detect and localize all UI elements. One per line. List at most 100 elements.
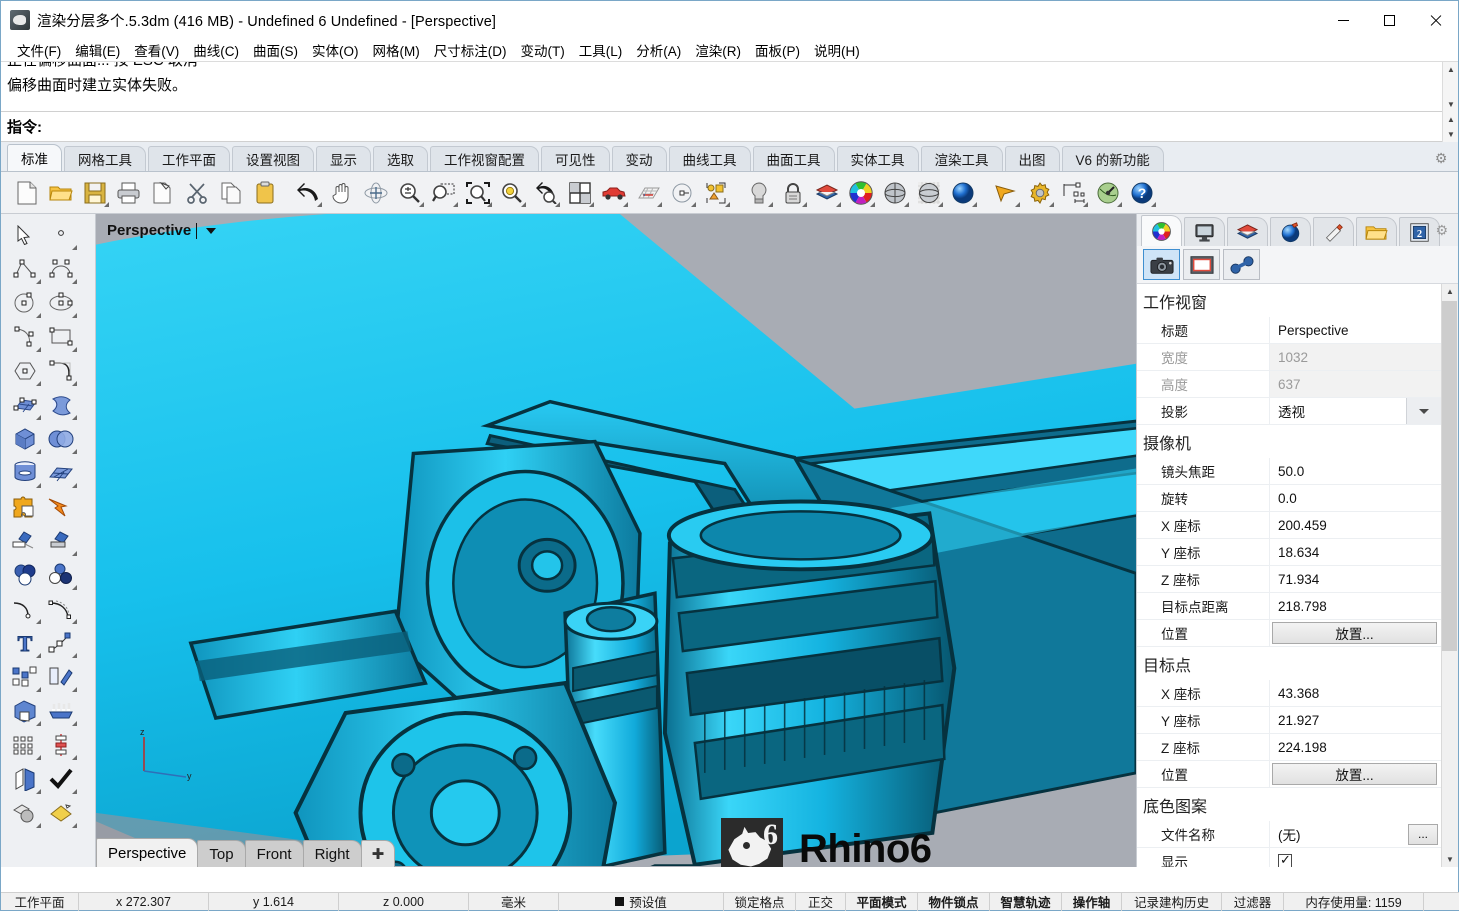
group-icon[interactable] xyxy=(7,660,43,694)
tab-select[interactable]: 选取 xyxy=(373,146,428,171)
mesh-icon[interactable] xyxy=(43,456,79,490)
copy-icon[interactable] xyxy=(215,178,246,208)
rectangle-icon[interactable] xyxy=(43,320,79,354)
status-smarttrack[interactable]: 智慧轨迹 xyxy=(990,892,1062,911)
cplane-grid-icon[interactable] xyxy=(632,178,663,208)
extrude-surface-icon[interactable] xyxy=(43,388,79,422)
new-file-icon[interactable] xyxy=(11,178,42,208)
rendered-sphere-icon[interactable] xyxy=(947,178,978,208)
property-row-camera-y[interactable]: Y 座标 18.634 xyxy=(1137,539,1441,566)
tab-transform[interactable]: 变动 xyxy=(611,146,667,171)
panel-tab-display[interactable] xyxy=(1184,217,1225,246)
property-value[interactable]: 200.459 xyxy=(1270,512,1441,538)
tab-curve-tools[interactable]: 曲线工具 xyxy=(668,146,751,171)
property-row-lens-length[interactable]: 镜头焦距 50.0 xyxy=(1137,458,1441,485)
menu-analyze[interactable]: 分析(A) xyxy=(629,38,688,62)
property-row-target-z[interactable]: Z 座标 224.198 xyxy=(1137,734,1441,761)
add-viewport-icon[interactable]: ✚ xyxy=(360,840,396,867)
scroll-up-icon[interactable]: ▲ xyxy=(1443,62,1459,77)
property-value[interactable]: 50.0 xyxy=(1270,458,1441,484)
export-icon[interactable] xyxy=(147,178,178,208)
lock-icon[interactable] xyxy=(777,178,808,208)
zoom-inout-icon[interactable] xyxy=(394,178,425,208)
menu-tools[interactable]: 工具(L) xyxy=(572,38,630,62)
menu-transform[interactable]: 变动(T) xyxy=(514,38,572,62)
help-question-icon[interactable]: ? xyxy=(1126,178,1157,208)
zoom-window-icon[interactable] xyxy=(428,178,459,208)
status-planar[interactable]: 平面模式 xyxy=(846,892,918,911)
array-linear-icon[interactable] xyxy=(43,694,79,728)
property-value[interactable]: 43.368 xyxy=(1270,680,1441,706)
chevron-down-icon[interactable] xyxy=(1406,398,1441,424)
circle-icon[interactable] xyxy=(7,286,43,320)
ghosted-sphere-icon[interactable] xyxy=(913,178,944,208)
array-grid-icon[interactable] xyxy=(7,728,43,762)
menu-edit[interactable]: 编辑(E) xyxy=(68,38,127,62)
print-icon[interactable] xyxy=(113,178,144,208)
status-history[interactable]: 记录建构历史 xyxy=(1122,892,1222,911)
property-value[interactable]: 218.798 xyxy=(1270,593,1441,619)
tab-set-view[interactable]: 设置视图 xyxy=(232,146,314,171)
box-icon[interactable] xyxy=(7,422,43,456)
gumball-move-icon[interactable] xyxy=(43,660,79,694)
menu-help[interactable]: 说明(H) xyxy=(807,38,867,62)
paste-clipboard-icon[interactable] xyxy=(249,178,280,208)
menu-render[interactable]: 渲染(R) xyxy=(688,38,748,62)
property-row-camera-z[interactable]: Z 座标 71.934 xyxy=(1137,566,1441,593)
panel-tab-materials[interactable] xyxy=(1141,215,1182,246)
viewport-title[interactable]: Perspective xyxy=(107,222,217,239)
projection-select[interactable]: 透视 xyxy=(1270,398,1441,424)
command-history-scrollbar[interactable]: ▲ ▼ xyxy=(1442,62,1458,112)
cap-solid-icon[interactable] xyxy=(7,694,43,728)
tab-whats-new-v6[interactable]: V6 的新功能 xyxy=(1061,146,1164,171)
point-icon[interactable] xyxy=(43,218,79,252)
property-row-camera-place[interactable]: 位置 放置... xyxy=(1137,620,1441,647)
tab-drafting[interactable]: 出图 xyxy=(1004,146,1060,171)
menu-view[interactable]: 查看(V) xyxy=(127,38,186,62)
gear-icon[interactable]: ⚙ xyxy=(1435,222,1448,239)
scrollbar-thumb[interactable] xyxy=(1442,301,1457,651)
tab-display[interactable]: 显示 xyxy=(316,146,371,171)
select-arrow-icon[interactable] xyxy=(7,218,43,252)
property-row-target-place[interactable]: 位置 放置... xyxy=(1137,761,1441,788)
cylinder-icon[interactable] xyxy=(7,456,43,490)
prompt-scroll-down-icon[interactable]: ▼ xyxy=(1443,127,1459,142)
menu-surface[interactable]: 曲面(S) xyxy=(246,38,305,62)
minimize-button[interactable] xyxy=(1320,1,1366,39)
trim-icon[interactable] xyxy=(7,524,43,558)
close-button[interactable] xyxy=(1412,1,1458,39)
menu-dimension[interactable]: 尺寸标注(D) xyxy=(427,38,514,62)
check-mark-icon[interactable] xyxy=(43,762,79,796)
property-value[interactable]: 224.198 xyxy=(1270,734,1441,760)
viewport-tab-top[interactable]: Top xyxy=(197,840,246,867)
dimension-icon[interactable] xyxy=(1058,178,1089,208)
property-value[interactable]: 21.927 xyxy=(1270,707,1441,733)
menu-file[interactable]: 文件(F) xyxy=(10,38,68,62)
mirror-icon[interactable] xyxy=(43,728,79,762)
property-value[interactable]: Perspective xyxy=(1270,317,1441,343)
properties-scrollbar[interactable]: ▲ ▼ xyxy=(1441,284,1458,867)
scroll-down-icon[interactable]: ▼ xyxy=(1442,852,1458,867)
property-row-target-distance[interactable]: 目标点距离 218.798 xyxy=(1137,593,1441,620)
viewport-tab-perspective[interactable]: Perspective xyxy=(96,838,199,867)
menu-panels[interactable]: 面板(P) xyxy=(748,38,807,62)
panel-tab-layers[interactable] xyxy=(1227,217,1268,246)
property-row-rotation[interactable]: 旋转 0.0 xyxy=(1137,485,1441,512)
boolean-puzzle-icon[interactable] xyxy=(7,490,43,524)
panel-tab-files[interactable] xyxy=(1356,217,1397,246)
fillet-curve-icon[interactable] xyxy=(43,354,79,388)
select-objects-icon[interactable] xyxy=(700,178,731,208)
polyline-icon[interactable] xyxy=(7,252,43,286)
status-layer[interactable]: 预设值 xyxy=(559,892,724,911)
subtab-link[interactable] xyxy=(1223,249,1260,280)
undo-arrow-icon[interactable] xyxy=(292,178,323,208)
property-value[interactable]: 18.634 xyxy=(1270,539,1441,565)
venn-outline-icon[interactable] xyxy=(43,558,79,592)
command-prompt-scrollbar[interactable]: ▲ ▼ xyxy=(1442,112,1458,142)
arc-icon[interactable] xyxy=(7,320,43,354)
sphere-union-icon[interactable] xyxy=(43,422,79,456)
status-ortho[interactable]: 正交 xyxy=(796,892,846,911)
status-cplane[interactable]: 工作平面 xyxy=(1,892,79,911)
panel-tab-ground-plane[interactable] xyxy=(1313,217,1354,246)
property-row-title[interactable]: 标题 Perspective xyxy=(1137,317,1441,344)
